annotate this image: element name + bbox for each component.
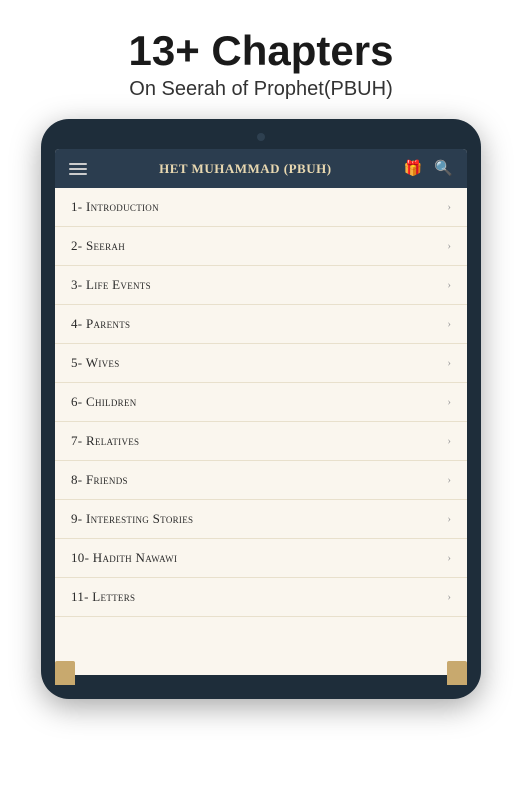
chapter-item[interactable]: 4- Parents › — [55, 305, 467, 344]
search-icon[interactable]: 🔍 — [434, 159, 453, 178]
corner-accent-left — [55, 661, 75, 685]
chapter-label: 8- Friends — [71, 472, 128, 488]
chapter-arrow-icon: › — [447, 201, 451, 213]
chapter-item[interactable]: 2- Seerah › — [55, 227, 467, 266]
chapter-item[interactable]: 5- Wives › — [55, 344, 467, 383]
app-header-title: het Muhammad (PBUH) — [159, 161, 331, 177]
chapter-arrow-icon: › — [447, 474, 451, 486]
chapter-label: 5- Wives — [71, 355, 120, 371]
tablet-screen: het Muhammad (PBUH) 🎁 🔍 1- Introduction ›… — [55, 149, 467, 675]
chapter-arrow-icon: › — [447, 435, 451, 447]
chapter-item[interactable]: 8- Friends › — [55, 461, 467, 500]
chapter-arrow-icon: › — [447, 591, 451, 603]
corner-accent-right — [447, 661, 467, 685]
chapter-arrow-icon: › — [447, 240, 451, 252]
chapter-label: 2- Seerah — [71, 238, 125, 254]
chapter-item[interactable]: 3- Life Events › — [55, 266, 467, 305]
tablet-device: het Muhammad (PBUH) 🎁 🔍 1- Introduction ›… — [41, 119, 481, 699]
chapter-list: 1- Introduction›2- Seerah›3- Life Events… — [55, 188, 467, 675]
tablet-camera — [257, 133, 265, 141]
chapter-label: 6- Children — [71, 394, 137, 410]
chapter-arrow-icon: › — [447, 357, 451, 369]
chapter-item[interactable]: 10- Hadith Nawawi › — [55, 539, 467, 578]
chapter-item[interactable]: 11- Letters › — [55, 578, 467, 617]
app-header: het Muhammad (PBUH) 🎁 🔍 — [55, 149, 467, 188]
chapter-item[interactable]: 6- Children › — [55, 383, 467, 422]
chapter-arrow-icon: › — [447, 552, 451, 564]
chapter-arrow-icon: › — [447, 396, 451, 408]
chapter-item[interactable]: 1- Introduction › — [55, 188, 467, 227]
chapter-label: 11- Letters — [71, 589, 135, 605]
chapter-label: 3- Life Events — [71, 277, 151, 293]
gift-icon[interactable]: 🎁 — [404, 159, 423, 178]
chapter-item[interactable]: 7- Relatives › — [55, 422, 467, 461]
menu-icon[interactable] — [69, 163, 87, 175]
chapter-label: 7- Relatives — [71, 433, 139, 449]
chapter-label: 9- Interesting Stories — [71, 511, 193, 527]
chapter-item[interactable]: 9- Interesting Stories › — [55, 500, 467, 539]
chapter-label: 4- Parents — [71, 316, 130, 332]
chapter-arrow-icon: › — [447, 318, 451, 330]
chapter-arrow-icon: › — [447, 279, 451, 291]
subtitle: On Seerah of Prophet(PBUH) — [20, 78, 502, 101]
chapter-label: 1- Introduction — [71, 199, 159, 215]
top-section: 13+ Chapters On Seerah of Prophet(PBUH) — [0, 0, 522, 119]
header-icons: 🎁 🔍 — [404, 159, 453, 178]
tablet-bottom-bar — [55, 675, 467, 685]
main-title: 13+ Chapters — [20, 28, 502, 74]
chapter-arrow-icon: › — [447, 513, 451, 525]
chapter-label: 10- Hadith Nawawi — [71, 550, 177, 566]
